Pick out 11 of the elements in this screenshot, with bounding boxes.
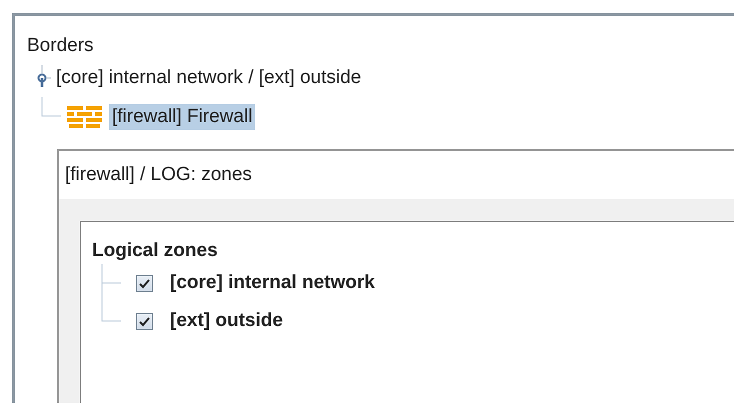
- tree-title: Borders: [27, 34, 95, 58]
- tree-node[interactable]: [firewall] Firewall: [109, 104, 256, 130]
- dialog-title: [firewall] / LOG: zones: [59, 151, 734, 199]
- tree-node[interactable]: [core] internal network / [ext] outside: [53, 65, 364, 91]
- zone-label: [core] internal network: [170, 272, 375, 294]
- tree-connector-line: [41, 97, 61, 117]
- brick-wall-icon: [67, 106, 102, 128]
- checkbox[interactable]: [136, 274, 153, 292]
- zone-label: [ext] outside: [170, 310, 283, 332]
- checkbox[interactable]: [136, 312, 153, 330]
- zones-title: Logical zones: [92, 239, 219, 263]
